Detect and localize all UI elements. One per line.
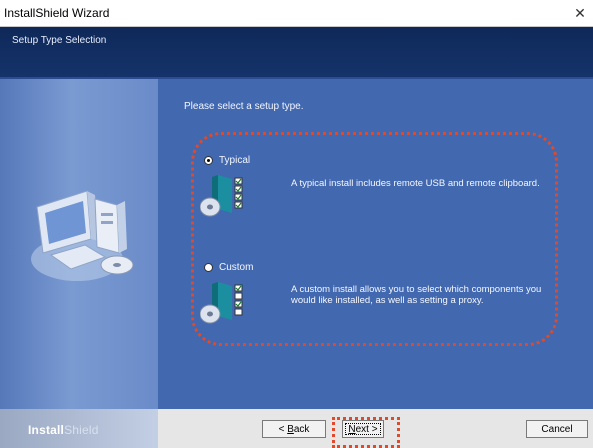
side-graphic-panel [0,79,158,409]
header-band: Setup Type Selection [0,27,593,77]
title-bar: InstallShield Wizard ✕ [0,0,593,27]
next-highlight [332,417,400,448]
window-title: InstallShield Wizard [4,6,110,20]
setup-prompt: Please select a setup type. [184,101,304,112]
logo-bold: Install [28,423,65,437]
computer-cd-icon [31,190,134,281]
page-title: Setup Type Selection [12,35,107,46]
back-arrow: < [278,424,288,435]
back-accel: B [287,424,294,435]
logo-text: InstallShield [28,423,99,437]
close-icon[interactable]: ✕ [569,2,591,24]
cancel-button[interactable]: Cancel [526,420,588,438]
logo-light: Shield [64,423,99,437]
installshield-logo: InstallShield [0,409,158,448]
button-bar: InstallShield < Back Next > Cancel [0,409,593,448]
back-button[interactable]: < Back [262,420,326,438]
installshield-window: InstallShield Wizard ✕ Setup Type Select… [0,0,593,448]
options-highlight [191,132,558,346]
back-label: ack [293,424,310,435]
